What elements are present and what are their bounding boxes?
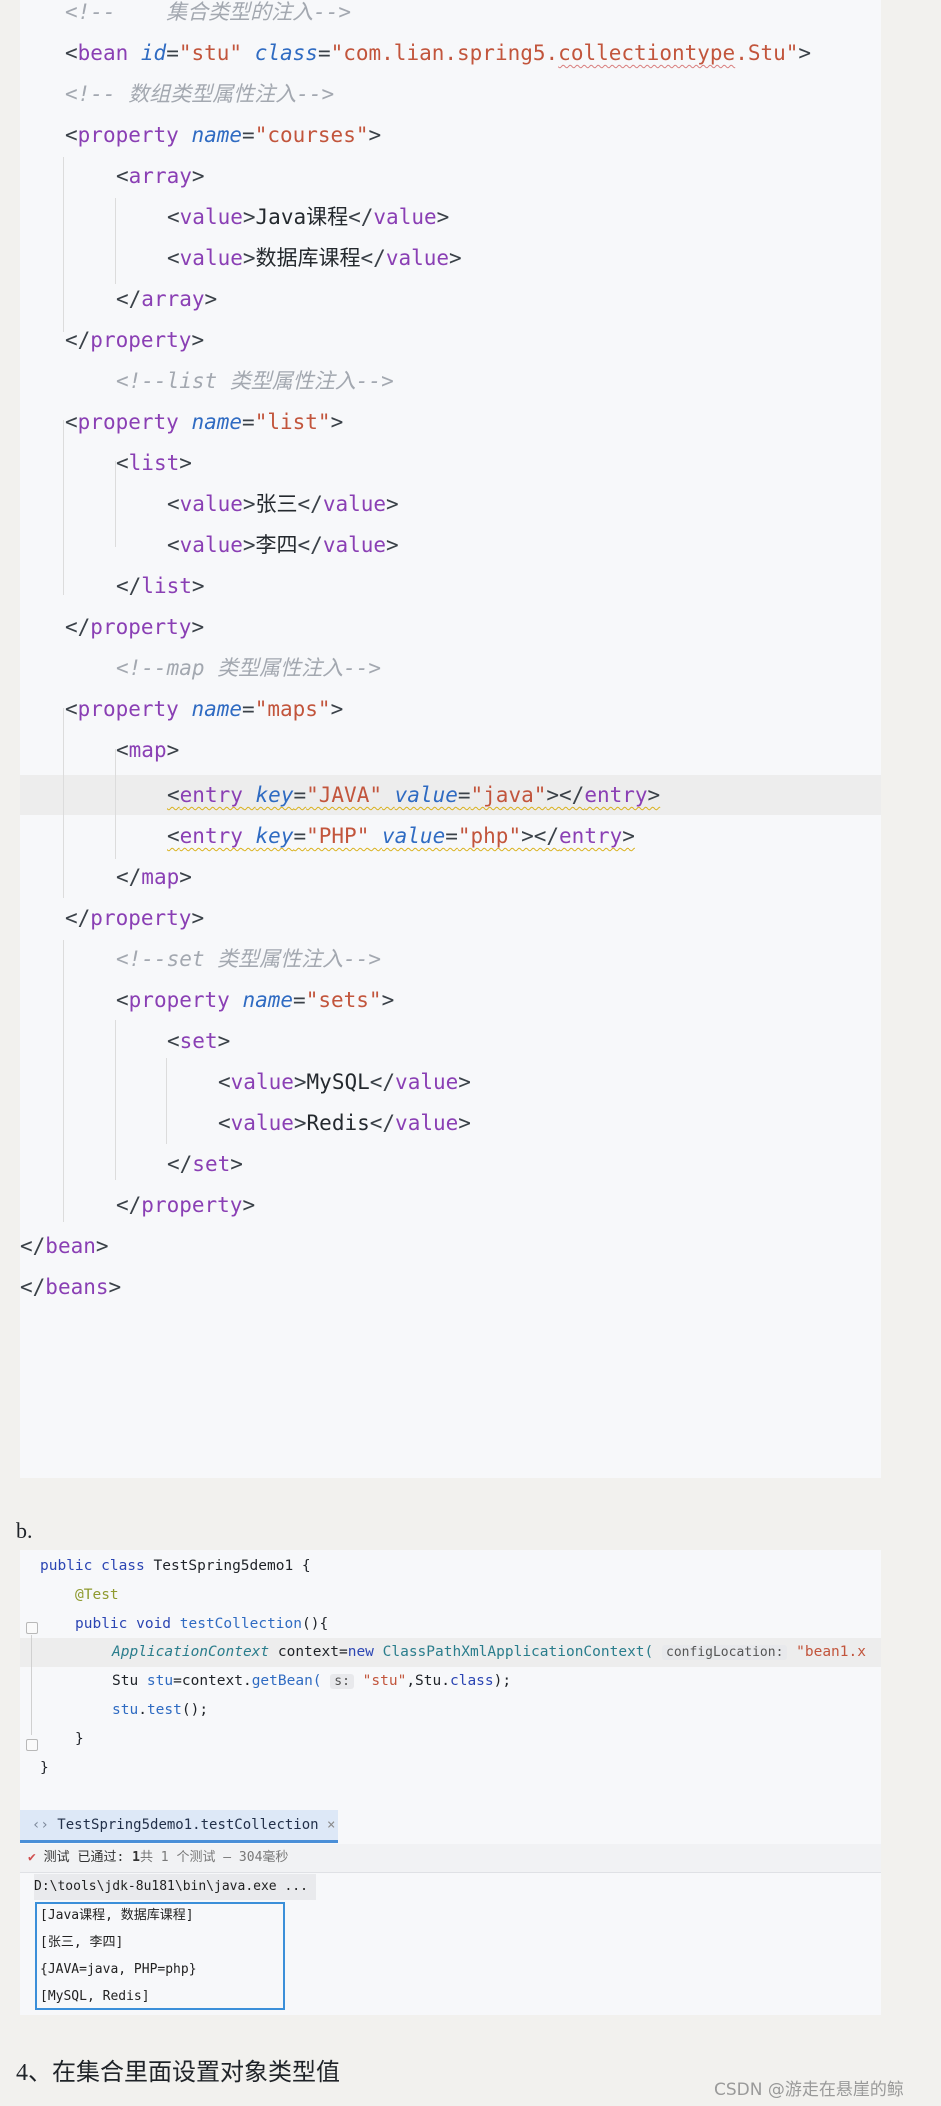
indent-guide — [63, 708, 64, 898]
indent-guide — [63, 157, 64, 332]
java-getbean-line: Stu stu=context.getBean( s: "stu",Stu.cl… — [112, 1673, 512, 1689]
java-annotation: @Test — [75, 1587, 119, 1603]
param-hint: s: — [330, 1674, 354, 1689]
java-method-decl: public void testCollection(){ — [75, 1616, 329, 1632]
close-icon[interactable]: × — [327, 1817, 335, 1833]
xml-entry: <entry key="JAVA" value="java"></entry> — [167, 783, 661, 807]
xml-property-maps: <property name="maps"> — [65, 697, 344, 721]
java-context-line: ApplicationContext context=new ClassPath… — [112, 1644, 866, 1660]
section-heading: 4、在集合里面设置对象类型值 — [16, 2060, 340, 2086]
java-class-decl: public class TestSpring5demo1 { — [40, 1558, 311, 1574]
fold-guide — [31, 1635, 32, 1735]
check-icon: ✔ — [28, 1850, 36, 1865]
xml-list-close: </list> — [116, 574, 205, 598]
xml-comment: <!--map 类型属性注入--> — [116, 656, 382, 680]
xml-property-close: </property> — [65, 328, 205, 352]
indent-guide — [63, 420, 64, 595]
xml-comment: <!-- 数组类型属性注入--> — [65, 82, 335, 106]
xml-bean-close: </bean> — [20, 1234, 109, 1258]
console-output-line: [Java课程, 数据库课程] — [40, 1908, 194, 1923]
test-status: ✔ 测试 已通过: 1共 1 个测试 – 304毫秒 — [28, 1850, 289, 1865]
xml-property-close: </property> — [65, 906, 205, 930]
xml-set-close: </set> — [167, 1152, 243, 1176]
xml-array-open: <array> — [116, 164, 205, 188]
xml-value: <value>张三</value> — [167, 492, 399, 516]
xml-comment: <!--list 类型属性注入--> — [116, 369, 394, 393]
console-output-line: [张三, 李四] — [40, 1935, 124, 1950]
param-hint: configLocation: — [662, 1645, 788, 1660]
xml-property-sets: <property name="sets"> — [116, 988, 395, 1012]
xml-value: <value>Redis</value> — [218, 1111, 471, 1135]
xml-value: <value>Java课程</value> — [167, 205, 450, 229]
xml-beans-close: </beans> — [20, 1275, 122, 1299]
xml-value: <value>李四</value> — [167, 533, 399, 557]
indent-guide — [63, 940, 64, 1222]
test-status-bar: ✔ 测试 已通过: 1共 1 个测试 – 304毫秒 — [20, 1844, 881, 1873]
xml-code-panel: <!-- 集合类型的注入--> <bean id="stu" class="co… — [20, 0, 881, 1478]
xml-map-close: </map> — [116, 865, 192, 889]
java-code-panel: public class TestSpring5demo1 { @Test pu… — [20, 1550, 881, 1810]
xml-array-close: </array> — [116, 287, 218, 311]
xml-property-close: </property> — [65, 615, 205, 639]
run-tab-label: ‹› TestSpring5demo1.testCollection × — [32, 1817, 336, 1833]
xml-property-courses: <property name="courses"> — [65, 123, 382, 147]
indent-guide — [115, 1020, 116, 1180]
indent-guide — [166, 1058, 167, 1144]
xml-list-open: <list> — [116, 451, 192, 475]
xml-bean-open: <bean id="stu" class="com.lian.spring5.c… — [65, 41, 812, 65]
console-output-line: [MySQL, Redis] — [40, 1989, 150, 2004]
console-output-line: {JAVA=java, PHP=php} — [40, 1962, 197, 1977]
java-method-close: } — [75, 1731, 84, 1747]
xml-comment: <!-- 集合类型的注入--> — [65, 0, 352, 24]
xml-comment: <!--set 类型属性注入--> — [116, 947, 382, 971]
indent-guide — [115, 198, 116, 284]
console-java-path: D:\tools\jdk-8u181\bin\java.exe ... — [34, 1874, 316, 1900]
xml-set-open: <set> — [167, 1029, 231, 1053]
csdn-watermark: CSDN @游走在悬崖的鲸 — [714, 2080, 904, 2100]
section-label-b: b. — [16, 1518, 33, 1543]
run-tab[interactable]: ‹› TestSpring5demo1.testCollection × — [20, 1810, 338, 1843]
xml-value: <value>数据库课程</value> — [167, 246, 462, 270]
xml-property-close: </property> — [116, 1193, 256, 1217]
test-runner-panel: ‹› TestSpring5demo1.testCollection × ✔ 测… — [20, 1810, 881, 2015]
diamond-icon: ‹› — [32, 1817, 49, 1833]
fold-icon[interactable] — [26, 1622, 38, 1634]
fold-icon[interactable] — [26, 1739, 38, 1751]
xml-property-list: <property name="list"> — [65, 410, 344, 434]
xml-entry: <entry key="PHP" value="php"></entry> — [167, 824, 635, 848]
java-class-close: } — [40, 1760, 49, 1776]
xml-value: <value>MySQL</value> — [218, 1070, 471, 1094]
java-test-call: stu.test(); — [112, 1702, 209, 1718]
xml-map-open: <map> — [116, 738, 180, 762]
